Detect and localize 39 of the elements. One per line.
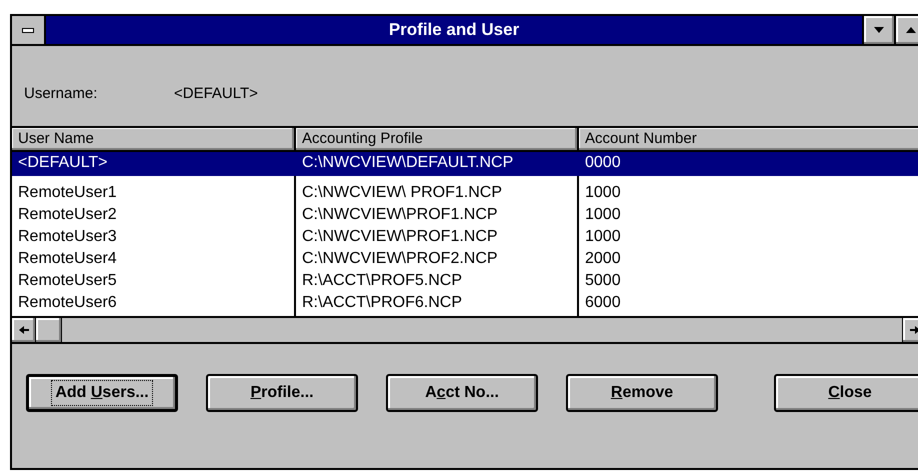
table-cell-text: 5000: [584, 271, 622, 291]
table-cell-text: 0000: [584, 153, 622, 173]
username-label: Username:: [24, 84, 98, 104]
table-cell-text: RemoteUser4: [17, 249, 118, 269]
table-cell-text: RemoteUser6: [17, 293, 118, 313]
table-cell-text: 1000: [584, 205, 622, 225]
table-cell-text: 2000: [584, 249, 622, 269]
table-row[interactable]: RemoteUser4 C:\NWCVIEW\PROF2.NCP 2000: [12, 248, 918, 270]
window-title: Profile and User: [388, 19, 520, 42]
table-row[interactable]: RemoteUser3 C:\NWCVIEW\PROF1.NCP 1000: [12, 226, 918, 248]
table-cell-text: C:\NWCVIEW\PROF2.NCP: [301, 249, 499, 269]
column-header[interactable]: Accounting Profile: [296, 128, 579, 150]
table-row[interactable]: RemoteUser2 C:\NWCVIEW\PROF1.NCP 1000: [12, 204, 918, 226]
table-row[interactable]: RemoteUser1 C:\NWCVIEW\ PROF1.NCP 1000: [12, 182, 918, 204]
table-row[interactable]: RemoteUser6 R:\ACCT\PROF6.NCP 6000: [12, 292, 918, 314]
table-cell-text: 1000: [584, 183, 622, 203]
table-cell-text: RemoteUser2: [17, 205, 118, 225]
table-cell-text: 6000: [584, 293, 622, 313]
table-row[interactable]: <DEFAULT> C:\NWCVIEW\DEFAULT.NCP 0000: [12, 152, 918, 176]
dialog-button[interactable]: Acct No...: [386, 374, 538, 412]
table-cell-text: C:\NWCVIEW\ PROF1.NCP: [301, 183, 504, 203]
column-header[interactable]: Account Number: [579, 128, 918, 150]
table-cell-text: R:\ACCT\PROF6.NCP: [301, 293, 464, 313]
table-cell-text: C:\NWCVIEW\PROF1.NCP: [301, 227, 499, 247]
table-cell-text: 1000: [584, 227, 622, 247]
table-cell-text: <DEFAULT>: [17, 153, 109, 173]
username-value: <DEFAULT>: [174, 84, 258, 104]
table-cell-text: C:\NWCVIEW\PROF1.NCP: [301, 205, 499, 225]
dialog-button[interactable]: Profile...: [206, 374, 358, 412]
dialog-button[interactable]: Add Users...: [26, 374, 178, 412]
table-cell-text: RemoteUser5: [17, 271, 118, 291]
table-cell-text: RemoteUser1: [17, 183, 118, 203]
dialog-button[interactable]: Remove: [566, 374, 718, 412]
table-cell-text: C:\NWCVIEW\DEFAULT.NCP: [301, 153, 514, 173]
column-header[interactable]: User Name: [12, 128, 296, 150]
table-row[interactable]: RemoteUser5 R:\ACCT\PROF5.NCP 5000: [12, 270, 918, 292]
table-cell-text: RemoteUser3: [17, 227, 118, 247]
dialog-button[interactable]: Close: [774, 374, 918, 412]
table-cell-text: R:\ACCT\PROF5.NCP: [301, 271, 464, 291]
